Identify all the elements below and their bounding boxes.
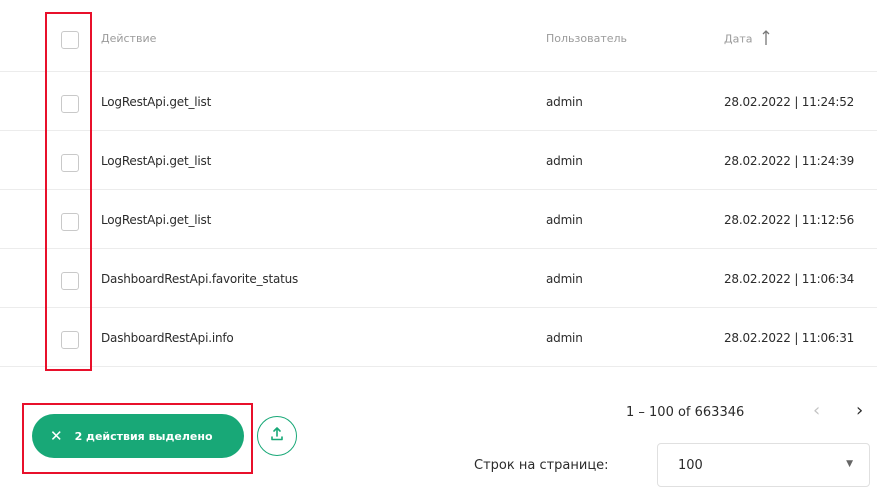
column-header-date[interactable]: Дата: [724, 30, 770, 49]
pagination-range: 1 – 100 of 663346: [626, 405, 745, 420]
chevron-left-icon[interactable]: ‹: [813, 401, 820, 421]
arrow-up-icon: [762, 30, 770, 49]
column-header-date-label: Дата: [724, 32, 753, 46]
table-row[interactable]: DashboardRestApi.favorite_status admin 2…: [0, 249, 877, 308]
clear-selection-button[interactable]: ✕ 2 действия выделено: [32, 414, 244, 458]
table-row[interactable]: LogRestApi.get_list admin 28.02.2022 | 1…: [0, 72, 877, 131]
row-action: LogRestApi.get_list: [101, 213, 212, 227]
row-action: DashboardRestApi.favorite_status: [101, 272, 299, 286]
row-checkbox[interactable]: [61, 213, 79, 231]
upload-icon: [269, 426, 285, 446]
row-action: LogRestApi.get_list: [101, 154, 212, 168]
table-row[interactable]: DashboardRestApi.info admin 28.02.2022 |…: [0, 308, 877, 367]
row-date: 28.02.2022 | 11:12:56: [724, 213, 855, 227]
row-checkbox[interactable]: [61, 95, 79, 113]
table-row[interactable]: LogRestApi.get_list admin 28.02.2022 | 1…: [0, 190, 877, 249]
column-header-user[interactable]: Пользователь: [546, 32, 627, 45]
row-date: 28.02.2022 | 11:24:39: [724, 154, 855, 168]
row-checkbox[interactable]: [61, 154, 79, 172]
row-action: LogRestApi.get_list: [101, 95, 212, 109]
table-header: Действие Пользователь Дата: [0, 8, 877, 72]
chevron-right-icon[interactable]: ›: [856, 401, 863, 421]
row-user: admin: [546, 331, 583, 345]
row-checkbox[interactable]: [61, 331, 79, 349]
column-header-action[interactable]: Действие: [101, 32, 156, 45]
select-all-checkbox[interactable]: [61, 31, 79, 49]
row-date: 28.02.2022 | 11:06:31: [724, 331, 855, 345]
row-user: admin: [546, 154, 583, 168]
row-action: DashboardRestApi.info: [101, 331, 234, 345]
rows-per-page-label: Строк на странице:: [474, 458, 609, 473]
caret-down-icon: ▼: [846, 459, 853, 469]
selected-count-label: 2 действия выделено: [74, 429, 213, 443]
rows-per-page-select[interactable]: 100 ▼: [657, 443, 870, 487]
export-button[interactable]: [257, 416, 297, 456]
row-user: admin: [546, 95, 583, 109]
row-user: admin: [546, 272, 583, 286]
table-row[interactable]: LogRestApi.get_list admin 28.02.2022 | 1…: [0, 131, 877, 190]
row-date: 28.02.2022 | 11:24:52: [724, 95, 855, 109]
row-user: admin: [546, 213, 583, 227]
row-checkbox[interactable]: [61, 272, 79, 290]
rows-per-page-value: 100: [678, 458, 703, 473]
close-icon: ✕: [50, 427, 63, 445]
row-date: 28.02.2022 | 11:06:34: [724, 272, 855, 286]
